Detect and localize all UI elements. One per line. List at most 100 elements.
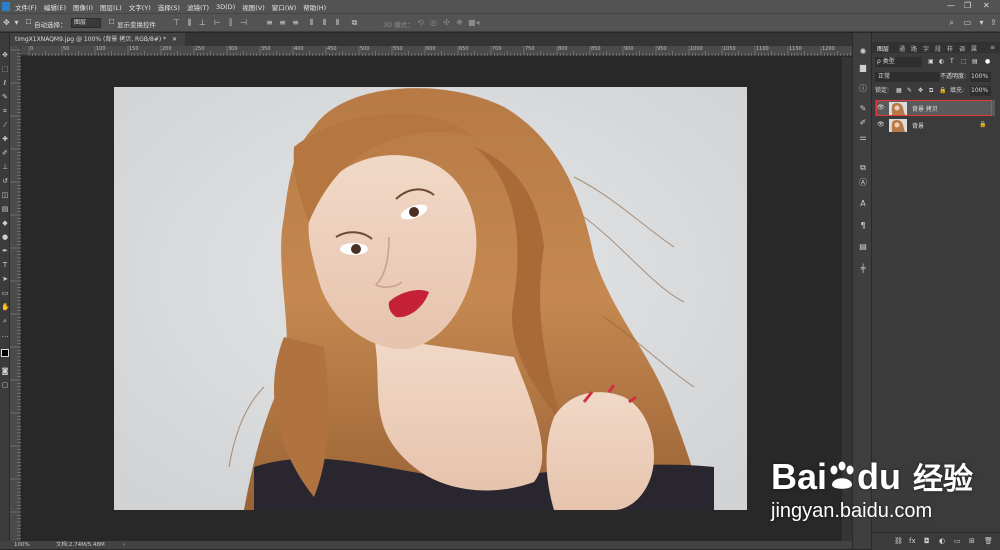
workspace-icon[interactable]: ▭ bbox=[963, 18, 972, 27]
move-tool-icon[interactable]: ✥ bbox=[1, 51, 9, 59]
swatches-panel-icon[interactable]: ▆ bbox=[857, 63, 869, 73]
blend-mode-dropdown[interactable]: 正常 bbox=[875, 72, 940, 82]
lock-transparent-icon[interactable]: ▦ bbox=[896, 86, 902, 96]
align-right-icon[interactable]: ⊣ bbox=[239, 18, 248, 27]
timeline-panel-icon[interactable]: ▤ bbox=[857, 242, 869, 252]
restore-icon[interactable]: ❐ bbox=[964, 1, 971, 10]
new-layer-icon[interactable]: ⊞ bbox=[969, 537, 975, 545]
document-tab[interactable]: timgX1XNAQM9.jpg @ 100% (背景 拷贝, RGB/8#) … bbox=[10, 33, 185, 46]
menu-3d[interactable]: 3D(D) bbox=[216, 3, 235, 11]
more-tools-icon[interactable]: … bbox=[1, 331, 9, 339]
tab-adjustments[interactable]: 调 bbox=[959, 44, 965, 53]
menu-file[interactable]: 文件(F) bbox=[15, 2, 37, 12]
adjustments-icon[interactable]: ⚌ bbox=[857, 133, 869, 143]
brush-tool-icon[interactable]: ✐ bbox=[1, 149, 9, 157]
visibility-eye-icon[interactable]: 👁 bbox=[877, 121, 885, 128]
lasso-tool-icon[interactable]: ℓ bbox=[1, 79, 9, 87]
tab-character[interactable]: 字 bbox=[923, 44, 929, 53]
marquee-tool-icon[interactable]: ⬚ bbox=[1, 65, 9, 73]
auto-select-dropdown[interactable]: 图层 bbox=[71, 18, 101, 28]
zoom-level[interactable]: 100% bbox=[14, 541, 30, 549]
auto-align-icon[interactable]: ⧉ bbox=[350, 18, 359, 27]
type-tool-icon[interactable]: T bbox=[1, 261, 9, 269]
blur-tool-icon[interactable]: ◆ bbox=[1, 219, 9, 227]
menu-filter[interactable]: 滤镜(T) bbox=[187, 2, 209, 12]
dodge-tool-icon[interactable]: ● bbox=[1, 233, 9, 241]
chevron-down-icon[interactable]: ▾ bbox=[977, 18, 986, 27]
move-tool-icon[interactable]: ✥ bbox=[2, 18, 11, 27]
checkbox-show-transform[interactable]: ☐ bbox=[107, 18, 116, 27]
filter-adjustment-icon[interactable]: ◐ bbox=[939, 57, 944, 67]
lock-position-icon[interactable]: ✥ bbox=[918, 86, 923, 96]
lock-all-icon[interactable]: 🔒 bbox=[939, 86, 946, 96]
gradient-tool-icon[interactable]: ▤ bbox=[1, 205, 9, 213]
menu-image[interactable]: 图像(I) bbox=[73, 2, 93, 12]
portrait-photo[interactable] bbox=[114, 87, 747, 510]
distribute-top-icon[interactable]: ≡ bbox=[265, 18, 274, 27]
clone-source-icon[interactable]: ⧉ bbox=[857, 163, 869, 173]
paragraph-panel-icon[interactable]: ¶ bbox=[857, 221, 869, 231]
filter-toggle-icon[interactable]: ● bbox=[985, 57, 990, 67]
link-layers-icon[interactable]: ⛓ bbox=[894, 537, 903, 545]
tab-paths[interactable]: 路 bbox=[911, 44, 917, 53]
shape-tool-icon[interactable]: ▭ bbox=[1, 289, 9, 297]
distribute-vcenter-icon[interactable]: ≡ bbox=[278, 18, 287, 27]
styles-icon[interactable]: Ⓐ bbox=[857, 178, 869, 188]
history-brush-tool-icon[interactable]: ↺ bbox=[1, 177, 9, 185]
zoom-tool-icon[interactable]: ⌕ bbox=[1, 317, 9, 325]
distribute-hcenter-icon[interactable]: ⦀ bbox=[320, 18, 329, 27]
close-icon[interactable]: ✕ bbox=[983, 1, 990, 10]
align-left-icon[interactable]: ⊢ bbox=[213, 18, 222, 27]
menu-layer[interactable]: 图层(L) bbox=[100, 2, 122, 12]
new-group-icon[interactable]: ▭ bbox=[954, 537, 961, 545]
tab-layers[interactable]: 图层 bbox=[877, 44, 889, 53]
healing-tool-icon[interactable]: ✚ bbox=[1, 135, 9, 143]
align-vcenter-icon[interactable]: ⫼ bbox=[185, 18, 194, 27]
minimize-icon[interactable]: — bbox=[947, 1, 955, 10]
quick-mask-icon[interactable]: ◙ bbox=[1, 367, 9, 375]
chevron-right-icon[interactable]: › bbox=[123, 541, 125, 549]
menu-type[interactable]: 文字(Y) bbox=[129, 2, 151, 12]
tab-styles[interactable]: 样 bbox=[947, 44, 953, 53]
brush-settings-icon[interactable]: ✎ bbox=[857, 104, 869, 114]
align-top-icon[interactable]: ⊤ bbox=[172, 18, 181, 27]
lock-image-icon[interactable]: ✎ bbox=[907, 86, 912, 96]
search-icon[interactable]: ⌕ bbox=[947, 18, 956, 27]
distribute-left-icon[interactable]: ⦀ bbox=[307, 18, 316, 27]
menu-select[interactable]: 选择(S) bbox=[158, 2, 180, 12]
tab-paragraph[interactable]: 段 bbox=[935, 44, 941, 53]
align-bottom-icon[interactable]: ⊥ bbox=[198, 18, 207, 27]
fill-input[interactable]: 100% bbox=[970, 86, 991, 96]
color-panel-icon[interactable]: ✺ bbox=[857, 47, 869, 57]
3d-rotate-icon[interactable]: ⟲ bbox=[416, 18, 425, 27]
layer-comps-icon[interactable]: ╪ bbox=[857, 264, 869, 274]
close-tab-icon[interactable]: ✕ bbox=[172, 36, 177, 43]
path-select-tool-icon[interactable]: ➤ bbox=[1, 275, 9, 283]
filter-pixel-icon[interactable]: ▣ bbox=[928, 57, 934, 67]
opacity-input[interactable]: 100% bbox=[970, 72, 991, 82]
delete-layer-icon[interactable]: 🗑 bbox=[984, 537, 993, 545]
brush-presets-icon[interactable]: ✐ bbox=[857, 118, 869, 128]
menu-view[interactable]: 视图(V) bbox=[242, 2, 265, 12]
layer-style-icon[interactable]: fx bbox=[909, 537, 916, 545]
eyedropper-tool-icon[interactable]: ⁄ bbox=[1, 121, 9, 129]
panel-menu-icon[interactable]: ≡ bbox=[990, 44, 995, 51]
layer-filter-dropdown[interactable]: ρ 类型 bbox=[875, 57, 922, 67]
distribute-right-icon[interactable]: ⦀ bbox=[333, 18, 342, 27]
tab-channels[interactable]: 通 bbox=[899, 44, 905, 53]
info-panel-icon[interactable]: ⓘ bbox=[857, 84, 869, 94]
3d-pan-icon[interactable]: ✣ bbox=[442, 18, 451, 27]
crop-tool-icon[interactable]: ⌗ bbox=[1, 107, 9, 115]
quick-select-tool-icon[interactable]: ✎ bbox=[1, 93, 9, 101]
tab-properties[interactable]: 属 bbox=[971, 44, 977, 53]
hand-tool-icon[interactable]: ✋ bbox=[1, 303, 10, 311]
menu-window[interactable]: 窗口(W) bbox=[272, 2, 297, 12]
filter-shape-icon[interactable]: ⬚ bbox=[961, 57, 967, 67]
share-icon[interactable]: ⇪ bbox=[989, 18, 998, 27]
menu-help[interactable]: 帮助(H) bbox=[303, 2, 326, 12]
3d-scale-icon[interactable]: ■◂ bbox=[468, 18, 480, 27]
align-hcenter-icon[interactable]: ⫿ bbox=[226, 18, 235, 27]
screen-mode-icon[interactable]: ▢ bbox=[1, 381, 9, 389]
filter-type-icon[interactable]: T bbox=[950, 57, 954, 67]
lock-artboard-icon[interactable]: ⧉ bbox=[929, 86, 933, 96]
